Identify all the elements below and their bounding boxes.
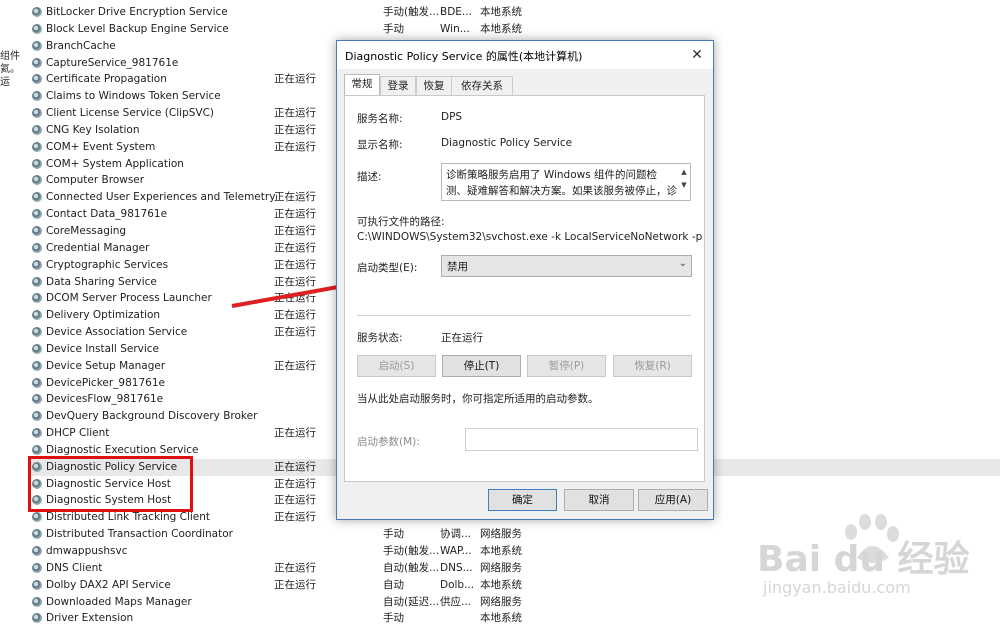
- properties-dialog: Diagnostic Policy Service 的属性(本地计算机) ✕ 常…: [336, 40, 714, 520]
- tab-recovery[interactable]: 恢复: [416, 76, 452, 95]
- watermark-brand: Bai du 经验: [757, 539, 970, 580]
- tab-general[interactable]: 常规: [344, 74, 380, 96]
- scroll-down-icon[interactable]: ▼: [680, 179, 688, 192]
- scroll-up-icon[interactable]: ▲: [680, 166, 688, 179]
- watermark-url: jingyan.baidu.com: [763, 578, 911, 597]
- chevron-down-icon: ⌄: [678, 258, 687, 269]
- stop-button[interactable]: 停止(T): [442, 355, 521, 377]
- ok-button[interactable]: 确定: [488, 489, 557, 511]
- general-tab-panel: 服务名称: DPS 显示名称: Diagnostic Policy Servic…: [344, 95, 705, 482]
- start-button[interactable]: 启动(S): [357, 355, 436, 377]
- exe-path-label: 可执行文件的路径:: [357, 216, 445, 228]
- dialog-titlebar[interactable]: Diagnostic Policy Service 的属性(本地计算机) ✕: [337, 41, 713, 69]
- description-text: 诊断策略服务启用了 Windows 组件的问题检测、疑难解答和解决方案。如果该服…: [446, 169, 677, 197]
- exe-path-value: C:\WINDOWS\System32\svchost.exe -k Local…: [357, 231, 703, 243]
- start-params-hint: 当从此处启动服务时，你可指定所适用的启动参数。: [357, 393, 599, 405]
- start-params-label: 启动参数(M):: [357, 436, 420, 448]
- startup-type-select[interactable]: 禁用 ⌄: [441, 255, 692, 277]
- cancel-button[interactable]: 取消: [564, 489, 634, 511]
- resume-button[interactable]: 恢复(R): [613, 355, 692, 377]
- tab-dependencies[interactable]: 依存关系: [451, 76, 513, 95]
- service-name-label: 服务名称:: [357, 113, 403, 125]
- tab-logon[interactable]: 登录: [380, 76, 416, 95]
- pause-button[interactable]: 暂停(P): [527, 355, 606, 377]
- apply-button[interactable]: 应用(A): [638, 489, 708, 511]
- baidu-watermark: Bai du 经验 jingyan.baidu.com: [757, 510, 997, 620]
- service-name-value: DPS: [441, 111, 463, 123]
- dialog-title: Diagnostic Policy Service 的属性(本地计算机): [345, 50, 583, 63]
- start-params-input[interactable]: [465, 428, 698, 451]
- description-scrollbar[interactable]: ▲ ▼: [680, 166, 688, 192]
- close-icon[interactable]: ✕: [687, 45, 707, 65]
- display-name-label: 显示名称:: [357, 139, 403, 151]
- description-box[interactable]: 诊断策略服务启用了 Windows 组件的问题检测、疑难解答和解决方案。如果该服…: [441, 163, 691, 201]
- startup-type-value: 禁用: [447, 261, 468, 273]
- service-status-value: 正在运行: [441, 332, 483, 344]
- display-name-value: Diagnostic Policy Service: [441, 137, 573, 149]
- divider: [357, 315, 691, 316]
- startup-type-label: 启动类型(E):: [357, 262, 418, 274]
- description-label: 描述:: [357, 171, 382, 183]
- service-status-label: 服务状态:: [357, 332, 403, 344]
